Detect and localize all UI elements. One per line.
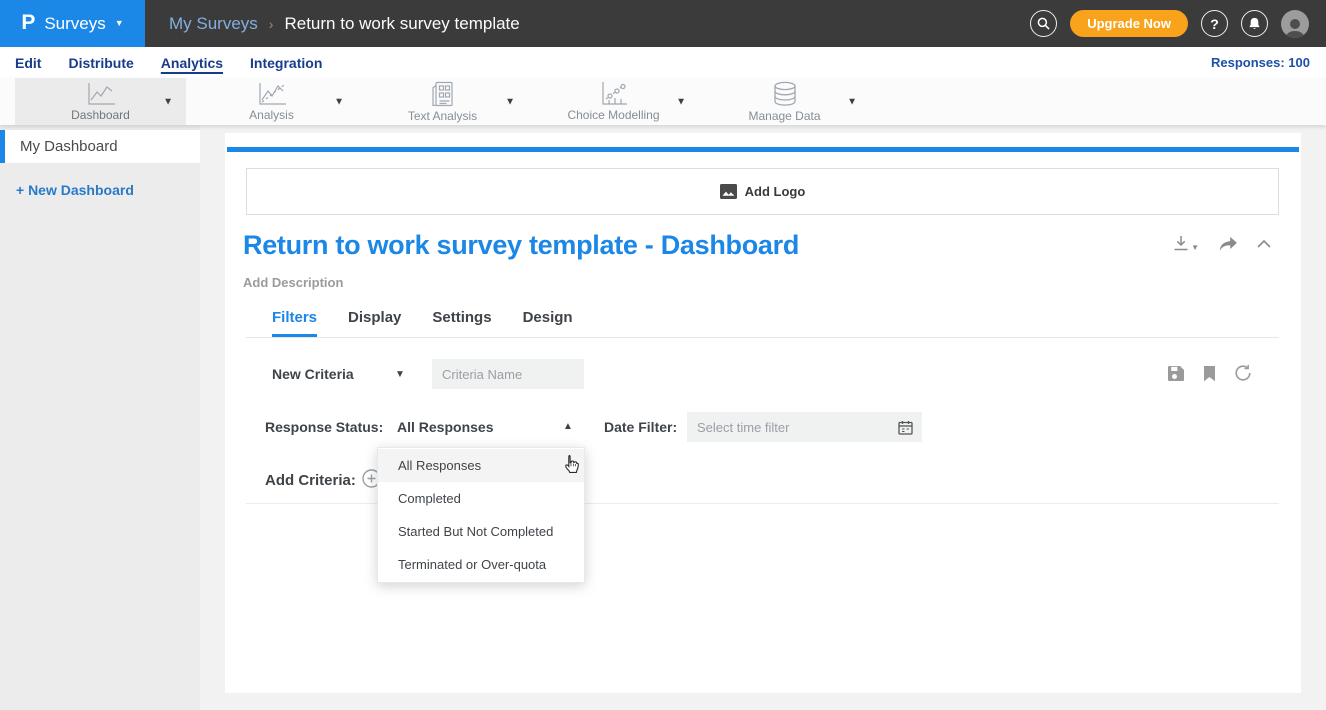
help-button[interactable]: ? — [1201, 10, 1228, 37]
menu-item-terminated-overquota[interactable]: Terminated or Over-quota — [378, 548, 584, 581]
toolbar-item-choice-modelling[interactable]: Choice Modelling ▼ — [528, 78, 699, 125]
share-icon — [1218, 236, 1238, 252]
reset-criteria-button[interactable] — [1234, 364, 1252, 382]
choice-modelling-icon — [599, 81, 629, 107]
bookmark-icon — [1203, 365, 1216, 382]
breadcrumb-separator: › — [269, 16, 274, 32]
breadcrumb: My Surveys › Return to work survey templ… — [169, 14, 520, 34]
text-analysis-icon — [431, 81, 455, 108]
settings-tabs: Filters Display Settings Design — [272, 309, 573, 337]
response-status-menu: All Responses Completed Started But Not … — [377, 447, 585, 583]
tab-design[interactable]: Design — [523, 309, 573, 337]
calendar-icon — [898, 420, 913, 435]
toolbar-label: Dashboard — [71, 108, 130, 122]
menu-item-started-not-completed[interactable]: Started But Not Completed — [378, 515, 584, 548]
date-filter-label: Date Filter: — [604, 419, 677, 435]
chevron-down-icon: ▼ — [115, 19, 124, 28]
breadcrumb-current: Return to work survey template — [284, 14, 519, 34]
chevron-down-icon[interactable]: ▼ — [334, 96, 344, 107]
database-icon — [772, 81, 798, 108]
tab-display[interactable]: Display — [348, 309, 401, 337]
analysis-chart-icon — [256, 82, 288, 107]
bell-icon — [1248, 16, 1261, 31]
upgrade-now-button[interactable]: Upgrade Now — [1070, 10, 1188, 37]
page-title: Return to work survey template - Dashboa… — [243, 230, 799, 261]
add-logo-label: Add Logo — [745, 184, 806, 199]
nav-item-analytics[interactable]: Analytics — [161, 55, 223, 71]
topbar: P Surveys ▼ My Surveys › Return to work … — [0, 0, 1326, 47]
menu-item-completed[interactable]: Completed — [378, 482, 584, 515]
product-name: Surveys — [44, 14, 105, 34]
toolbar-label: Choice Modelling — [567, 108, 659, 122]
chevron-down-icon[interactable]: ▼ — [676, 96, 686, 107]
save-icon — [1167, 365, 1185, 382]
save-criteria-button[interactable] — [1167, 365, 1185, 382]
toolbar-label: Analysis — [249, 108, 294, 122]
collapse-button[interactable] — [1257, 240, 1271, 248]
chevron-down-icon: ▼ — [1191, 243, 1199, 252]
menu-item-all-responses[interactable]: All Responses — [378, 449, 584, 482]
toolbar-item-dashboard[interactable]: Dashboard ▼ — [15, 78, 186, 125]
bookmark-criteria-button[interactable] — [1203, 365, 1216, 382]
product-switcher[interactable]: P Surveys ▼ — [0, 0, 145, 47]
add-criteria-label: Add Criteria: — [265, 472, 356, 489]
nav-item-edit[interactable]: Edit — [15, 55, 41, 71]
search-button[interactable] — [1030, 10, 1057, 37]
questionpro-logo: P — [21, 11, 35, 35]
dashboard-sidebar: My Dashboard + New Dashboard — [0, 125, 200, 710]
breadcrumb-my-surveys[interactable]: My Surveys — [169, 14, 258, 34]
sidebar-item-my-dashboard[interactable]: My Dashboard — [0, 130, 200, 163]
add-description-button[interactable]: Add Description — [243, 275, 343, 290]
toolbar-item-analysis[interactable]: Analysis ▼ — [186, 78, 357, 125]
date-filter-field — [687, 412, 922, 442]
image-icon — [720, 184, 737, 199]
tab-settings[interactable]: Settings — [432, 309, 491, 337]
share-button[interactable] — [1218, 236, 1238, 252]
chevron-down-icon[interactable]: ▼ — [395, 369, 405, 380]
accent-bar — [227, 147, 1299, 152]
tabs-divider — [246, 337, 1279, 338]
dashboard-chart-icon — [85, 82, 117, 107]
chevron-down-icon[interactable]: ▼ — [505, 96, 515, 107]
dashboard-actions: ▼ — [1173, 235, 1271, 252]
toolbar-label: Manage Data — [748, 109, 820, 123]
survey-nav: Edit Distribute Analytics Integration Re… — [0, 47, 1326, 78]
download-icon — [1173, 235, 1189, 252]
responses-count[interactable]: Responses: 100 — [1211, 55, 1326, 70]
dashboard-panel: Add Logo Return to work survey template … — [225, 133, 1301, 693]
nav-item-distribute[interactable]: Distribute — [68, 55, 133, 71]
new-dashboard-button[interactable]: + New Dashboard — [16, 182, 200, 198]
notifications-button[interactable] — [1241, 10, 1268, 37]
question-mark-icon: ? — [1210, 16, 1219, 32]
reset-icon — [1234, 364, 1252, 382]
chevron-up-icon — [1257, 240, 1271, 248]
criteria-actions — [1167, 364, 1252, 382]
criteria-name-input[interactable] — [432, 359, 584, 389]
toolbar-label: Text Analysis — [408, 109, 477, 123]
add-logo-dropzone[interactable]: Add Logo — [246, 168, 1279, 215]
analytics-toolbar: Dashboard ▼ Analysis ▼ Text Analysis ▼ C… — [0, 78, 1326, 125]
download-button[interactable]: ▼ — [1173, 235, 1199, 252]
date-filter-input[interactable] — [687, 412, 898, 442]
topbar-actions: Upgrade Now ? — [1030, 10, 1326, 38]
toolbar-item-manage-data[interactable]: Manage Data ▼ — [699, 78, 870, 125]
nav-item-integration[interactable]: Integration — [250, 55, 322, 71]
toolbar-item-text-analysis[interactable]: Text Analysis ▼ — [357, 78, 528, 125]
user-avatar[interactable] — [1281, 10, 1309, 38]
chevron-down-icon[interactable]: ▼ — [163, 96, 173, 107]
avatar-silhouette-icon — [1283, 16, 1307, 38]
calendar-button[interactable] — [898, 420, 922, 435]
tab-filters[interactable]: Filters — [272, 309, 317, 337]
criteria-type-dropdown[interactable]: New Criteria — [272, 366, 354, 382]
chevron-down-icon[interactable]: ▼ — [847, 96, 857, 107]
response-status-label: Response Status: — [265, 419, 383, 435]
response-status-dropdown[interactable]: All Responses — [397, 419, 493, 435]
search-icon — [1037, 17, 1050, 30]
chevron-up-icon[interactable]: ▲ — [563, 421, 573, 432]
